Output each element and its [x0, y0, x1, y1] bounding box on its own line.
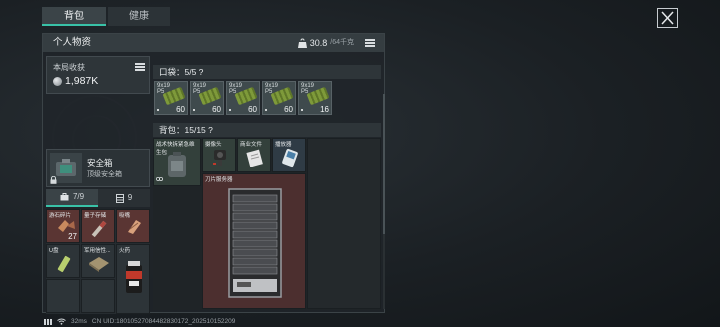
military-intel-icon — [89, 257, 109, 272]
pocket-item-fragments[interactable]: 游石碎片 27 — [46, 209, 80, 243]
quantum-storage-icon — [91, 220, 107, 238]
close-button[interactable] — [657, 8, 678, 28]
weight-value: 30.8 — [309, 38, 328, 48]
backpack-item-business-docs[interactable]: 商业文件 — [237, 138, 271, 172]
backpack-label: 背包：15/15 ? — [159, 125, 213, 135]
camera-icon — [213, 150, 226, 166]
container-subtabs: 7/9 9 — [46, 189, 150, 207]
pocket-item-label: 军用信性... — [84, 248, 111, 254]
documents-icon — [246, 149, 263, 167]
pocket-empty-slot[interactable] — [46, 279, 80, 313]
ammo-dot — [157, 109, 159, 111]
backpack-grid: 战术快拆紧急维生包 摄像头 商业文件 播放器 刀片服务器 — [153, 138, 381, 310]
ammo-count: 60 — [284, 105, 293, 114]
pocket-item-label: 火药 — [119, 248, 131, 254]
weight-icon — [297, 38, 307, 48]
ammo-slot[interactable]: 9x19 P5 60 — [190, 81, 224, 115]
pocket-item-usb-drive[interactable]: U盘 — [46, 244, 80, 278]
ammo-slot[interactable]: 9x19 P5 60 — [262, 81, 296, 115]
harvest-amount: 1,987K — [65, 75, 99, 87]
pocket-item-quantum-storage[interactable]: 量子存储 — [81, 209, 115, 243]
harvest-label: 本局收获 — [53, 63, 85, 72]
pouch-label: 口袋：5/5 ? — [159, 67, 204, 77]
top-tabs: 背包 健康 — [42, 7, 170, 26]
ammo-dot — [193, 109, 195, 111]
backpack-item-label: 刀片服务器 — [205, 177, 233, 183]
ammo-count: 16 — [320, 105, 329, 114]
close-icon — [661, 11, 674, 25]
pocket-item-nozzle[interactable]: 吸嘴 — [116, 209, 150, 243]
backpack-item-camera[interactable]: 摄像头 — [202, 138, 236, 172]
tab-backpack[interactable]: 背包 — [42, 7, 106, 26]
safebox-tier: 顶级安全箱 — [87, 171, 122, 178]
safebox-slot[interactable]: 安全箱 顶级安全箱 — [46, 149, 150, 187]
panel-menu-icon[interactable] — [365, 39, 375, 47]
ammo-slot[interactable]: 9x19 P5 60 — [154, 81, 188, 115]
panel-header: 个人物资 30.8/64千克 — [43, 34, 384, 52]
backpack-item-label: 商业文件 — [240, 142, 263, 148]
coin-icon — [53, 76, 62, 86]
backpack-header: 背包：15/15 ? — [153, 123, 381, 137]
subtab-pockets[interactable]: 7/9 — [46, 189, 98, 207]
ammo-dot — [301, 109, 303, 111]
harvest-card: 本局收获 1,987K — [46, 56, 150, 94]
gunpowder-icon — [126, 261, 142, 293]
backpack-item-blade-server[interactable]: 刀片服务器 — [202, 173, 306, 309]
ammo-count: 60 — [212, 105, 221, 114]
ping-value: 32ms — [71, 318, 87, 325]
backpack-item-player[interactable]: 播放器 — [272, 138, 306, 172]
pouch-header: 口袋：5/5 ? — [153, 65, 381, 79]
weight-max: /64千克 — [330, 39, 354, 46]
nozzle-icon — [128, 220, 141, 234]
pocket-empty-slot[interactable] — [81, 279, 115, 313]
ammo-count: 60 — [248, 105, 257, 114]
pocket-grid: 游石碎片 27 量子存储 吸嘴 U盘 军用信性... 火药 — [46, 209, 150, 314]
pocket-item-gunpowder[interactable]: 火药 — [116, 244, 150, 314]
ammo-dot — [265, 109, 267, 111]
backpack-empty-area[interactable] — [307, 138, 381, 309]
personal-supplies-panel: 个人物资 30.8/64千克 本局收获 1,987K 安全箱 顶级安全箱 7/9… — [42, 33, 385, 314]
harvest-value: 1,987K — [53, 75, 98, 87]
ammo-count: 60 — [176, 105, 185, 114]
uid-text: CN UID:18010527084482830172_202510152209 — [91, 318, 236, 325]
bag-icon — [60, 193, 69, 201]
pocket-item-count: 27 — [68, 232, 77, 241]
scrollbar-thumb[interactable] — [383, 94, 385, 234]
subtab-pockets-label: 7/9 — [72, 192, 85, 201]
tab-health[interactable]: 健康 — [108, 7, 170, 26]
tactical-pack-icon — [168, 152, 186, 177]
safebox-name: 安全箱 — [87, 158, 113, 168]
weight-indicator: 30.8/64千克 — [297, 34, 354, 52]
panel-title: 个人物资 — [53, 37, 92, 48]
usb-drive-icon — [57, 255, 71, 273]
ammo-slot[interactable]: 9x19 P5 60 — [226, 81, 260, 115]
subtab-box-label: 9 — [127, 193, 133, 202]
ammo-dot — [229, 109, 231, 111]
ammo-slot[interactable]: 9x19 P5 16 — [298, 81, 332, 115]
subtab-box[interactable]: 9 — [98, 189, 150, 207]
box-icon — [115, 193, 124, 203]
lock-icon — [50, 176, 57, 184]
blade-server-icon — [228, 188, 282, 298]
media-player-icon — [282, 148, 298, 168]
link-icon — [156, 177, 163, 181]
status-footer: 32ms CN UID:18010527084482830172_2025101… — [44, 318, 235, 325]
backpack-item-tactical-pack[interactable]: 战术快拆紧急维生包 — [153, 138, 201, 186]
battery-icon — [44, 318, 52, 325]
harvest-menu-icon[interactable] — [135, 63, 145, 71]
pocket-item-military-intel[interactable]: 军用信性... — [81, 244, 115, 278]
wifi-icon — [57, 318, 66, 325]
